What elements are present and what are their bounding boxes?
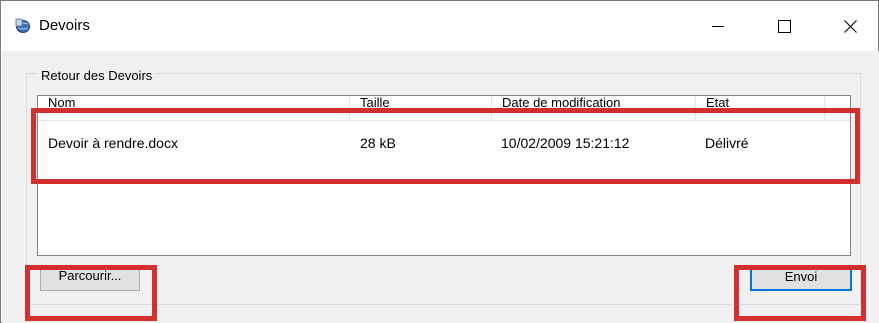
group-label: Retour des Devoirs	[38, 68, 156, 83]
file-size: 28 kB	[360, 135, 396, 151]
column-header-name[interactable]: Nom	[38, 96, 350, 120]
maximize-button[interactable]	[761, 1, 807, 51]
column-header-status[interactable]: Etat	[696, 96, 825, 120]
file-modified: 10/02/2009 15:21:12	[501, 135, 630, 151]
file-name: Devoir à rendre.docx	[48, 135, 178, 151]
devoirs-window: Devoirs Retour des Devoirs Nom Taille Da…	[0, 0, 879, 323]
file-status: Délivré	[705, 135, 749, 151]
close-icon	[843, 19, 857, 33]
title-bar: Devoirs	[1, 1, 878, 51]
minimize-button[interactable]	[695, 1, 741, 51]
maximize-icon	[777, 19, 791, 33]
browse-button[interactable]: Parcourir...	[40, 268, 140, 291]
column-header-size[interactable]: Taille	[350, 96, 492, 120]
window-title: Devoirs	[39, 17, 90, 34]
list-header: Nom Taille Date de modification Etat	[38, 96, 850, 121]
minimize-icon	[712, 26, 724, 27]
client-area: Retour des Devoirs Nom Taille Date de mo…	[2, 51, 879, 323]
send-button[interactable]: Envoi	[750, 268, 852, 291]
files-list-view[interactable]: Nom Taille Date de modification Etat Dev…	[37, 95, 851, 256]
list-item[interactable]: Devoir à rendre.docx 28 kB 10/02/2009 15…	[38, 135, 850, 157]
column-header-date[interactable]: Date de modification	[492, 96, 696, 120]
close-button[interactable]	[827, 1, 873, 51]
globe-app-icon	[15, 18, 30, 33]
